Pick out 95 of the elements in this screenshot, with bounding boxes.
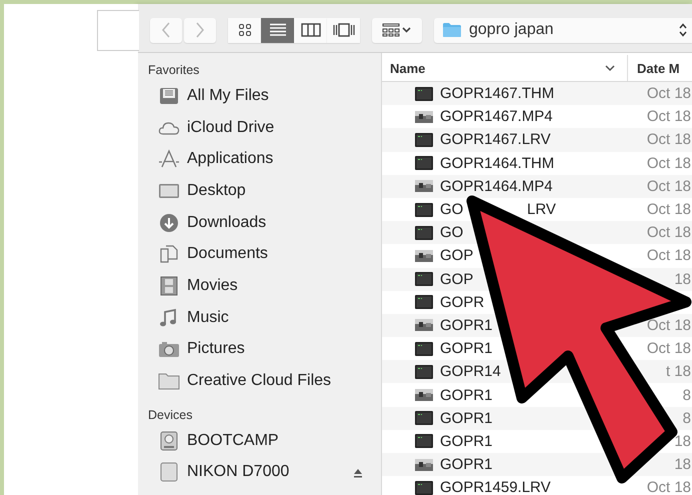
list-view-button[interactable] xyxy=(261,18,294,42)
date-modified: Oct 18 xyxy=(646,316,691,334)
file-name[interactable]: GOPR14 xyxy=(440,363,501,380)
date-modified: Oct 18 xyxy=(646,108,691,126)
file-name[interactable]: LRV xyxy=(527,201,556,218)
downloads-icon xyxy=(158,212,180,233)
date-modified: 18 xyxy=(674,432,691,450)
date-modified: 18 xyxy=(674,456,691,474)
terminal-file-icon xyxy=(415,295,433,310)
video-thumbnail-icon xyxy=(415,110,433,124)
eject-icon[interactable] xyxy=(353,468,363,478)
date-modified: Oct 18 xyxy=(646,154,691,172)
section-heading: Favorites xyxy=(148,62,200,79)
file-name[interactable]: GOPR1464.MP4 xyxy=(440,178,553,195)
file-name[interactable]: GOPR1 xyxy=(440,456,493,474)
terminal-file-icon xyxy=(415,434,433,448)
terminal-file-icon xyxy=(415,202,433,217)
sidebar-item[interactable]: iCloud Drive xyxy=(148,112,381,144)
terminal-file-icon xyxy=(415,342,433,356)
video-thumbnail-icon xyxy=(415,318,433,332)
allfiles-icon xyxy=(158,86,180,106)
columns-view-button[interactable] xyxy=(294,18,327,42)
location-dropdown[interactable]: gopro japan xyxy=(434,18,692,42)
date-modified: Oct 18 xyxy=(646,247,691,264)
date-modified: Oct 18 xyxy=(646,224,691,242)
sidebar-item[interactable]: Applications xyxy=(148,143,381,176)
folder-icon xyxy=(158,371,180,392)
sidebar-item[interactable]: Pictures xyxy=(148,334,381,366)
file-name[interactable]: GOPR1 xyxy=(440,340,493,358)
date-modified: Oct 18 xyxy=(646,201,691,218)
sidebar-item[interactable]: Desktop xyxy=(148,175,381,207)
icons-view-button[interactable] xyxy=(228,18,261,42)
file-name[interactable]: GOPR1 xyxy=(440,316,493,334)
terminal-file-icon xyxy=(415,272,433,286)
file-name[interactable]: GOPR1 xyxy=(440,410,493,427)
terminal-file-icon xyxy=(415,480,433,495)
date-modified: Oct 18 xyxy=(646,178,691,195)
column-header[interactable]: Name xyxy=(382,55,628,81)
file-name[interactable]: GOP xyxy=(440,247,474,264)
date-modified: t 18 xyxy=(666,363,691,380)
chevron-left-icon xyxy=(161,22,171,38)
file-name[interactable]: GOPR1 xyxy=(440,386,493,404)
documents-icon xyxy=(158,244,180,264)
terminal-file-icon xyxy=(415,86,433,101)
sidebar-item[interactable]: Downloads xyxy=(148,206,381,238)
sidebar-item[interactable]: NIKON D7000 xyxy=(148,456,381,488)
terminal-file-icon xyxy=(415,226,433,240)
arrange-icon xyxy=(382,23,412,37)
file-name[interactable]: GOPR1467.THM xyxy=(440,85,554,102)
coverflow-view-button[interactable] xyxy=(327,18,360,42)
section-heading: Devices xyxy=(148,406,194,424)
file-name[interactable]: GOPR1464.THM xyxy=(440,154,554,172)
sidebar-item[interactable]: BOOTCAMP xyxy=(148,424,381,457)
sidebar-item[interactable]: Music xyxy=(148,302,381,334)
folder-icon xyxy=(442,22,462,38)
video-thumbnail-icon xyxy=(415,248,433,263)
movies-icon xyxy=(158,276,180,296)
grid-icon xyxy=(238,23,252,37)
file-name[interactable]: GOPR1467.MP4 xyxy=(440,108,553,126)
apps-icon xyxy=(158,149,180,170)
terminal-file-icon xyxy=(415,132,433,147)
sidebar-item[interactable]: Creative Cloud Files xyxy=(148,365,381,397)
file-name[interactable]: GOPR1459.LRV xyxy=(440,479,551,495)
date-modified: 8 xyxy=(682,410,691,427)
column-header[interactable]: Date M xyxy=(628,55,680,81)
video-thumbnail-icon xyxy=(415,458,433,472)
date-modified: Oct 18 xyxy=(646,340,691,358)
video-thumbnail-icon xyxy=(415,388,433,402)
date-modified: Oct 18 xyxy=(646,85,691,102)
chevron-right-icon xyxy=(195,22,205,38)
video-thumbnail-icon xyxy=(415,179,433,194)
drive-icon xyxy=(158,462,180,482)
columns-icon xyxy=(300,23,320,37)
list-icon xyxy=(268,23,286,37)
cover-flow-icon xyxy=(332,23,354,37)
terminal-file-icon xyxy=(415,364,433,379)
file-name[interactable]: GOP xyxy=(440,270,474,288)
date-modified: Oct 18 xyxy=(646,131,691,148)
sidebar-item[interactable]: All My Files xyxy=(148,80,381,112)
file-name[interactable]: GOPR xyxy=(440,294,484,311)
date-modified: 18 xyxy=(674,270,691,288)
date-modified: 8 xyxy=(682,386,691,404)
chevron-down-icon xyxy=(605,64,615,72)
terminal-file-icon xyxy=(415,156,433,170)
sidebar-item[interactable]: Documents xyxy=(148,238,381,270)
sidebar-item[interactable]: Movies xyxy=(148,270,381,302)
pictures-icon xyxy=(158,339,180,360)
date-modified: Oct 18 xyxy=(646,479,691,495)
arrange-button[interactable] xyxy=(372,18,422,42)
file-name[interactable]: GOPR1 xyxy=(440,432,493,450)
file-name[interactable]: GO xyxy=(440,201,464,218)
file-name[interactable]: GOPR1467.LRV xyxy=(440,131,551,148)
file-name[interactable]: GO xyxy=(440,224,464,242)
terminal-file-icon xyxy=(415,411,433,426)
up-down-chevron-icon xyxy=(678,22,688,38)
